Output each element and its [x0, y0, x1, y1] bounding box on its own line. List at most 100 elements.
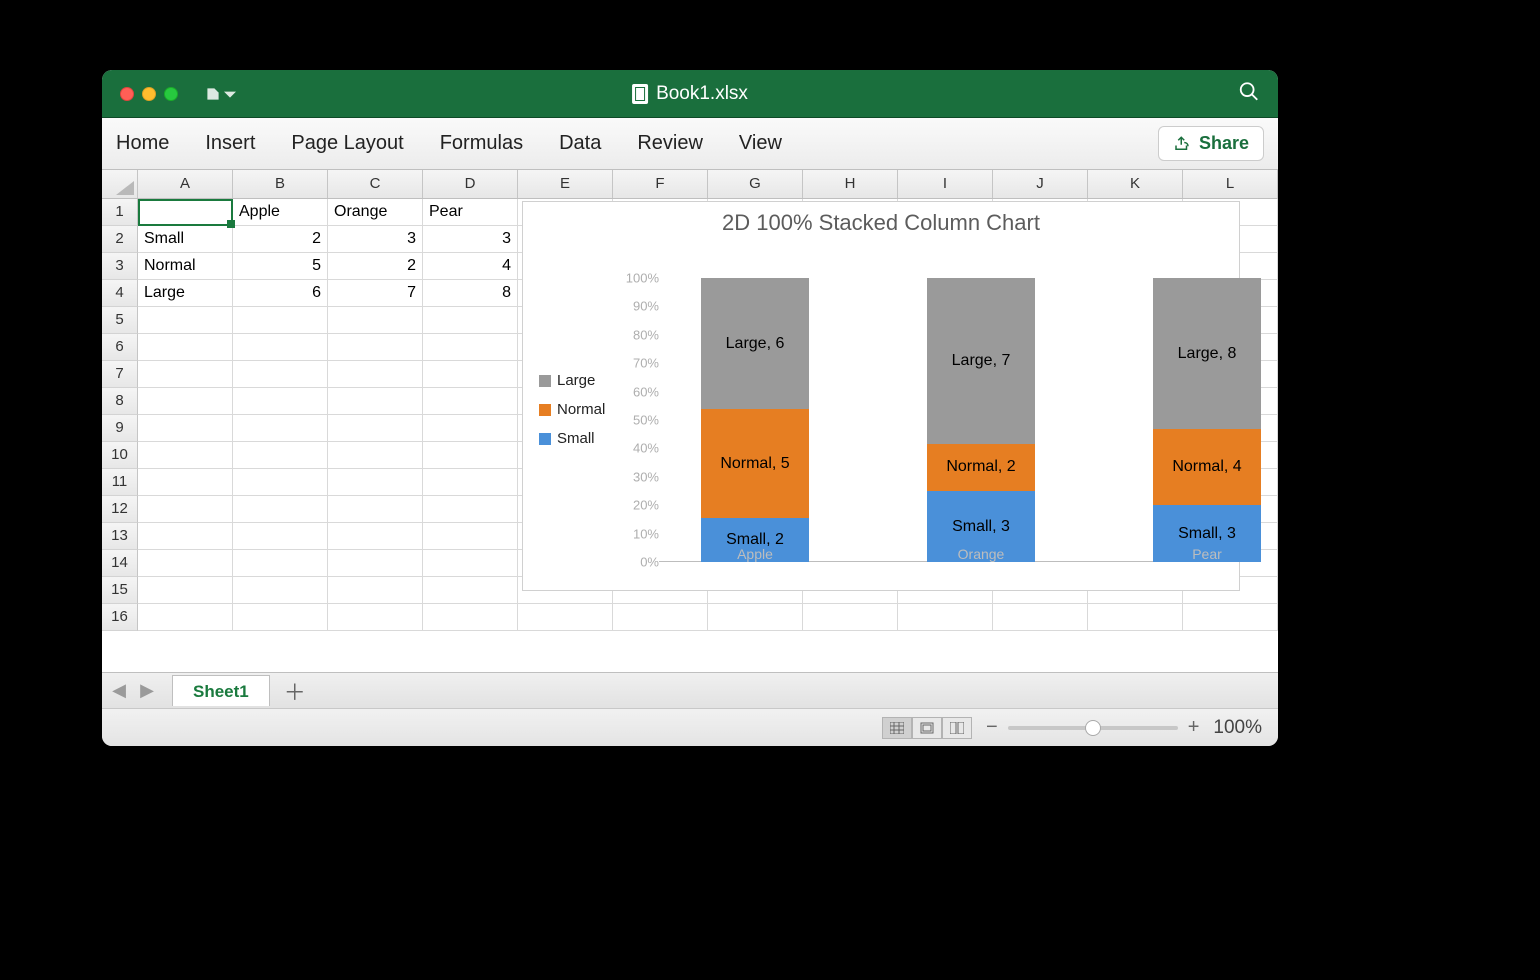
- close-window-button[interactable]: [120, 87, 134, 101]
- row-header[interactable]: 2: [102, 226, 138, 253]
- cell-D11[interactable]: [423, 469, 518, 496]
- cell-D8[interactable]: [423, 388, 518, 415]
- bar-group-pear[interactable]: Small, 3Normal, 4Large, 8: [1153, 278, 1261, 562]
- cell-C4[interactable]: 7: [328, 280, 423, 307]
- row-header[interactable]: 16: [102, 604, 138, 631]
- cell-J16[interactable]: [993, 604, 1088, 631]
- col-header[interactable]: C: [328, 170, 423, 198]
- cell-D1[interactable]: Pear: [423, 199, 518, 226]
- cell-A9[interactable]: [138, 415, 233, 442]
- cell-A3[interactable]: Normal: [138, 253, 233, 280]
- col-header[interactable]: D: [423, 170, 518, 198]
- cell-A14[interactable]: [138, 550, 233, 577]
- row-header[interactable]: 12: [102, 496, 138, 523]
- cell-C16[interactable]: [328, 604, 423, 631]
- normal-view-button[interactable]: [882, 717, 912, 739]
- sheet-nav-prev[interactable]: ◀: [106, 680, 132, 701]
- cell-C8[interactable]: [328, 388, 423, 415]
- cell-B12[interactable]: [233, 496, 328, 523]
- cell-B3[interactable]: 5: [233, 253, 328, 280]
- cell-A2[interactable]: Small: [138, 226, 233, 253]
- row-header[interactable]: 6: [102, 334, 138, 361]
- tab-page-layout[interactable]: Page Layout: [291, 132, 403, 155]
- zoom-percent[interactable]: 100%: [1213, 717, 1262, 739]
- cell-D2[interactable]: 3: [423, 226, 518, 253]
- cell-C11[interactable]: [328, 469, 423, 496]
- cell-B1[interactable]: Apple: [233, 199, 328, 226]
- page-layout-view-button[interactable]: [912, 717, 942, 739]
- sheet-tab[interactable]: Sheet1: [172, 675, 270, 706]
- select-all-corner[interactable]: [102, 170, 138, 198]
- bar-segment-normal[interactable]: Normal, 2: [927, 444, 1035, 491]
- cell-A15[interactable]: [138, 577, 233, 604]
- zoom-in-button[interactable]: +: [1188, 716, 1200, 739]
- col-header[interactable]: L: [1183, 170, 1278, 198]
- cell-A5[interactable]: [138, 307, 233, 334]
- col-header[interactable]: E: [518, 170, 613, 198]
- row-header[interactable]: 10: [102, 442, 138, 469]
- embedded-chart[interactable]: 2D 100% Stacked Column ChartLargeNormalS…: [522, 201, 1240, 591]
- cell-A16[interactable]: [138, 604, 233, 631]
- cell-F16[interactable]: [613, 604, 708, 631]
- cell-C1[interactable]: Orange: [328, 199, 423, 226]
- cell-B5[interactable]: [233, 307, 328, 334]
- cell-D12[interactable]: [423, 496, 518, 523]
- cell-D5[interactable]: [423, 307, 518, 334]
- col-header[interactable]: K: [1088, 170, 1183, 198]
- cell-C5[interactable]: [328, 307, 423, 334]
- bar-segment-normal[interactable]: Normal, 5: [701, 409, 809, 518]
- cell-A10[interactable]: [138, 442, 233, 469]
- cell-A6[interactable]: [138, 334, 233, 361]
- cell-D15[interactable]: [423, 577, 518, 604]
- cell-D10[interactable]: [423, 442, 518, 469]
- cell-B4[interactable]: 6: [233, 280, 328, 307]
- bar-segment-large[interactable]: Large, 7: [927, 278, 1035, 444]
- cell-C15[interactable]: [328, 577, 423, 604]
- cell-A12[interactable]: [138, 496, 233, 523]
- row-header[interactable]: 11: [102, 469, 138, 496]
- cell-C2[interactable]: 3: [328, 226, 423, 253]
- search-button[interactable]: [1238, 80, 1260, 107]
- page-break-view-button[interactable]: [942, 717, 972, 739]
- cell-C13[interactable]: [328, 523, 423, 550]
- row-header[interactable]: 14: [102, 550, 138, 577]
- row-header[interactable]: 9: [102, 415, 138, 442]
- bar-group-orange[interactable]: Small, 3Normal, 2Large, 7: [927, 278, 1035, 562]
- col-header[interactable]: J: [993, 170, 1088, 198]
- maximize-window-button[interactable]: [164, 87, 178, 101]
- tab-home[interactable]: Home: [116, 132, 169, 155]
- col-header[interactable]: G: [708, 170, 803, 198]
- cell-D3[interactable]: 4: [423, 253, 518, 280]
- cell-C10[interactable]: [328, 442, 423, 469]
- chart-plot-area[interactable]: 0%10%20%30%40%50%60%70%80%90%100%Small, …: [663, 256, 1227, 562]
- cell-A7[interactable]: [138, 361, 233, 388]
- cell-C12[interactable]: [328, 496, 423, 523]
- cell-C9[interactable]: [328, 415, 423, 442]
- cell-D13[interactable]: [423, 523, 518, 550]
- zoom-out-button[interactable]: −: [986, 716, 998, 739]
- tab-review[interactable]: Review: [637, 132, 703, 155]
- row-header[interactable]: 5: [102, 307, 138, 334]
- row-header[interactable]: 8: [102, 388, 138, 415]
- cell-C6[interactable]: [328, 334, 423, 361]
- bar-segment-large[interactable]: Large, 8: [1153, 278, 1261, 429]
- row-header[interactable]: 1: [102, 199, 138, 226]
- cell-D9[interactable]: [423, 415, 518, 442]
- cell-B8[interactable]: [233, 388, 328, 415]
- zoom-slider[interactable]: [1008, 726, 1178, 730]
- cell-B15[interactable]: [233, 577, 328, 604]
- cell-B2[interactable]: 2: [233, 226, 328, 253]
- cell-L16[interactable]: [1183, 604, 1278, 631]
- add-sheet-button[interactable]: ＋: [280, 675, 310, 707]
- cell-H16[interactable]: [803, 604, 898, 631]
- col-header[interactable]: A: [138, 170, 233, 198]
- cell-B9[interactable]: [233, 415, 328, 442]
- col-header[interactable]: I: [898, 170, 993, 198]
- bar-segment-large[interactable]: Large, 6: [701, 278, 809, 409]
- cell-A4[interactable]: Large: [138, 280, 233, 307]
- cell-B14[interactable]: [233, 550, 328, 577]
- cell-K16[interactable]: [1088, 604, 1183, 631]
- cell-E16[interactable]: [518, 604, 613, 631]
- cell-A8[interactable]: [138, 388, 233, 415]
- cell-D16[interactable]: [423, 604, 518, 631]
